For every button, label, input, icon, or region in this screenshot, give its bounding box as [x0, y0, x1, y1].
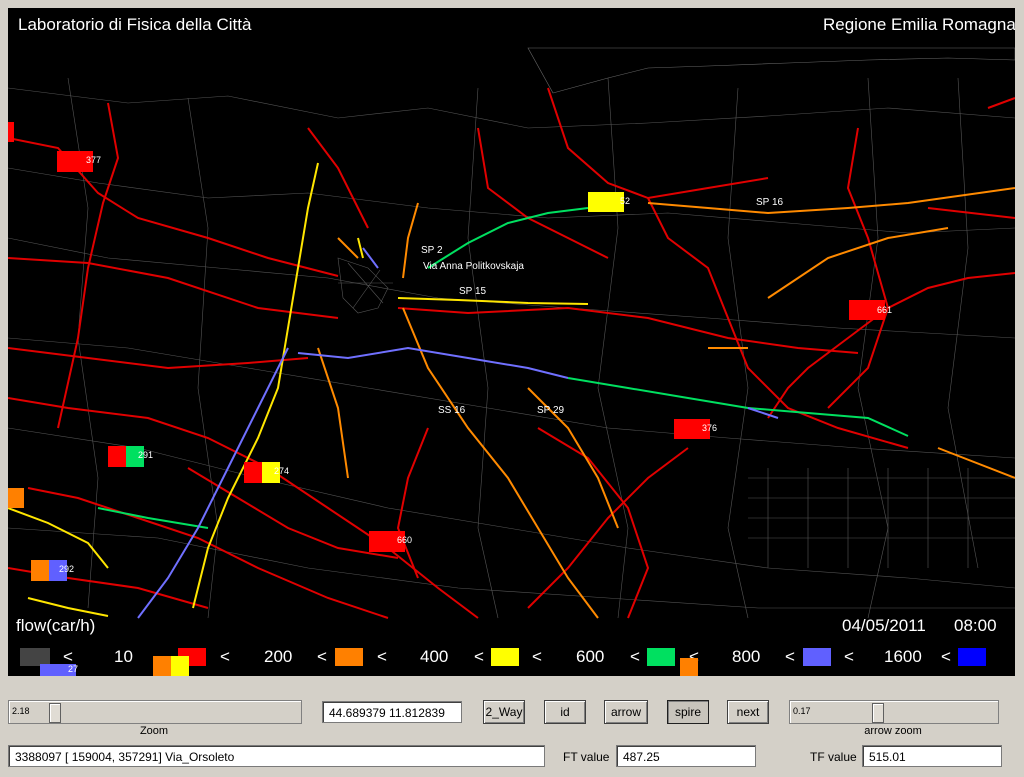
- green-roads: [97, 207, 909, 529]
- zoom-value: 2.18: [12, 706, 30, 716]
- legend-swatch-yellow: [491, 648, 519, 666]
- coordinates-field[interactable]: 44.689379 11.812839: [322, 701, 462, 723]
- time-readout: 08:00: [954, 616, 997, 635]
- zoom-slider[interactable]: 2.18: [8, 700, 302, 724]
- sensor-marker[interactable]: [8, 488, 24, 508]
- arrow-zoom-slider[interactable]: 0.17: [789, 700, 999, 724]
- sensor-label: 52: [620, 196, 631, 206]
- road-info-field[interactable]: 3388097 [ 159004, 357291] Via_Orsoleto: [8, 745, 545, 767]
- sensor-label: 661: [877, 305, 893, 315]
- zoom-slider-thumb[interactable]: [49, 703, 61, 723]
- sensor-marker[interactable]: [108, 446, 126, 467]
- sensor-label: 292: [59, 564, 75, 574]
- legend-threshold-600: 600: [576, 647, 605, 666]
- arrow-zoom-slider-thumb[interactable]: [872, 703, 884, 723]
- legend-lt: <: [630, 647, 640, 666]
- legend-lt: <: [941, 647, 951, 666]
- flow-unit-label: flow(car/h): [16, 616, 96, 635]
- sensor-marker[interactable]: [153, 656, 171, 676]
- road-label-ss16: SS 16: [438, 405, 466, 416]
- next-button[interactable]: next: [727, 700, 769, 724]
- spire-button[interactable]: spire: [667, 700, 709, 724]
- legend-lt: <: [532, 647, 542, 666]
- legend-lt: <: [474, 647, 484, 666]
- legend-threshold-1600: 1600: [884, 647, 922, 666]
- legend-threshold-400: 400: [420, 647, 449, 666]
- sensor-marker[interactable]: [8, 122, 14, 142]
- sensor-marker[interactable]: [31, 560, 49, 581]
- sensor-label: 377: [86, 155, 102, 165]
- legend-lt: <: [844, 647, 854, 666]
- sensor-label: 27: [68, 664, 79, 674]
- traffic-map[interactable]: Laboratorio di Fisica della Città Region…: [8, 8, 1015, 676]
- sensor-label: 660: [397, 535, 413, 545]
- sensor-marker[interactable]: [244, 462, 262, 483]
- road-label-sp29: SP 29: [537, 405, 565, 416]
- road-label-sp16: SP 16: [756, 197, 784, 208]
- legend-lt: <: [317, 647, 327, 666]
- two-way-button[interactable]: 2_Way: [483, 700, 525, 724]
- legend-lt: <: [785, 647, 795, 666]
- sensor-marker[interactable]: [680, 658, 698, 676]
- sensor-marker[interactable]: [588, 192, 624, 212]
- road-label-sp2: SP 2: [421, 245, 443, 256]
- title-left: Laboratorio di Fisica della Città: [18, 15, 252, 34]
- id-button[interactable]: id: [544, 700, 586, 724]
- ft-value-label: FT value: [563, 750, 610, 764]
- tf-value-label: TF value: [810, 750, 857, 764]
- legend-swatch-green: [647, 648, 675, 666]
- title-right: Regione Emilia Romagna: [823, 15, 1015, 34]
- road-label-sp15: SP 15: [459, 286, 487, 297]
- ft-value-field[interactable]: 487.25: [616, 745, 756, 767]
- arrow-button[interactable]: arrow: [604, 700, 648, 724]
- arrow-zoom-value: 0.17: [793, 706, 811, 716]
- legend-swatch-lavender: [803, 648, 831, 666]
- yellow-roads: [8, 162, 589, 617]
- sensor-marker[interactable]: [171, 656, 189, 676]
- zoom-label: Zoom: [139, 725, 169, 737]
- date-readout: 04/05/2011: [842, 616, 926, 635]
- sensor-label: 291: [138, 450, 154, 460]
- legend-threshold-200: 200: [264, 647, 293, 666]
- legend-lt: <: [377, 647, 387, 666]
- minor-roads: [8, 77, 1015, 619]
- legend-threshold-10: 10: [114, 647, 133, 666]
- legend-lt: <: [220, 647, 230, 666]
- road-network: [8, 47, 1015, 619]
- arrow-zoom-label: arrow zoom: [864, 725, 922, 737]
- legend-swatch-blue: [958, 648, 986, 666]
- sensor-label: 376: [702, 423, 718, 433]
- road-label-via-anna-politkovskaja: Via Anna Politkovskaja: [423, 261, 524, 272]
- sensor-label: 274: [274, 466, 290, 476]
- legend-swatch-orange: [335, 648, 363, 666]
- tf-value-field[interactable]: 515.01: [862, 745, 1002, 767]
- legend-threshold-800: 800: [732, 647, 761, 666]
